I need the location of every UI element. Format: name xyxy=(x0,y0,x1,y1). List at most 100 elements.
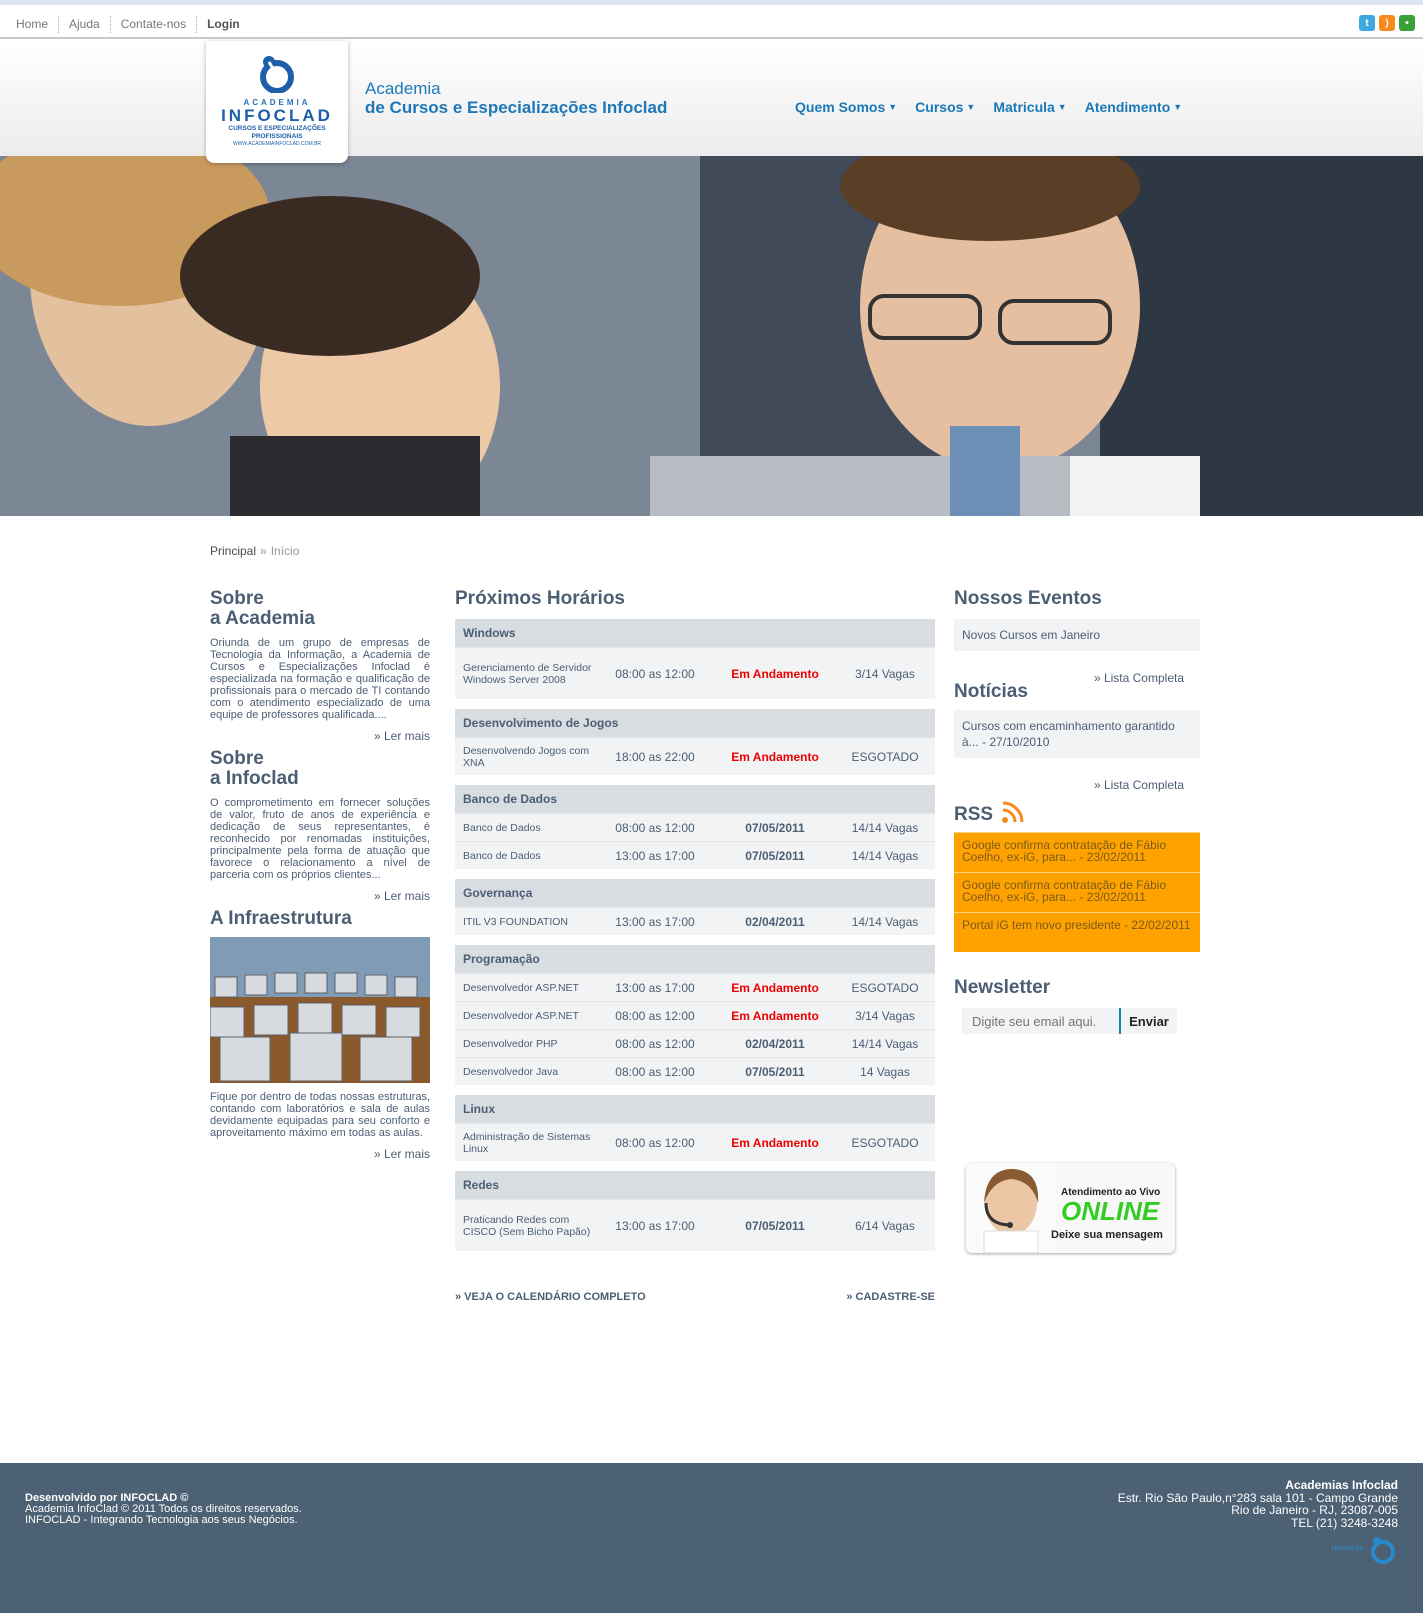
news-title: Notícias xyxy=(954,681,1028,702)
table-row[interactable]: Desenvolvedor ASP.NET 13:00 as 17:00 Em An… xyxy=(455,973,935,1001)
course-name: Desenvolvedor PHP xyxy=(463,1037,558,1050)
top-link-login[interactable]: Login xyxy=(197,16,250,33)
course-name: Desenvolvedor Java xyxy=(463,1065,559,1078)
nav-matricula[interactable]: Matricula ▼ xyxy=(993,99,1066,115)
infrastructure-image[interactable] xyxy=(210,937,430,1083)
about-infoclad-text: O comprometimento em fornecer soluções d… xyxy=(210,797,430,881)
newsletter-submit-button[interactable]: Enviar xyxy=(1119,1008,1177,1034)
schedule-group: Banco de Dados Banco de Dados 08:00 as 12:… xyxy=(455,785,935,869)
top-link-home[interactable]: Home xyxy=(6,16,60,33)
breadcrumb: Principal » Início xyxy=(210,544,299,558)
full-calendar-link[interactable]: » VEJA O CALENDÁRIO COMPLETO xyxy=(455,1291,646,1303)
course-vacancies: 14/14 Vagas xyxy=(851,848,919,863)
infoclad-logo-icon xyxy=(1371,1537,1395,1564)
about-academy-title: Sobre a Academia xyxy=(210,588,315,629)
read-more-link-infra[interactable]: » Ler mais xyxy=(210,1147,430,1161)
table-row[interactable]: Desenvolvendo Jogos com XNA 18:00 as 22:0… xyxy=(455,737,935,775)
table-row[interactable]: Administração de Sistemas Linux 08:00 as … xyxy=(455,1123,935,1161)
read-more-link-infoclad[interactable]: » Ler mais xyxy=(210,889,430,903)
breadcrumb-separator: » xyxy=(260,544,267,558)
course-vacancies: ESGOTADO xyxy=(851,749,919,764)
course-vacancies: 14/14 Vagas xyxy=(851,820,919,835)
table-row[interactable]: Desenvolvedor PHP 08:00 as 12:00 02/04/201… xyxy=(455,1029,935,1057)
read-more-link-academy[interactable]: » Ler mais xyxy=(210,729,430,743)
table-row[interactable]: Praticando Redes com CISCO (Sem Bicho Pa… xyxy=(455,1199,935,1251)
course-vacancies: 6/14 Vagas xyxy=(855,1218,915,1233)
table-row[interactable]: Desenvolvedor ASP.NET 08:00 as 12:00 Em An… xyxy=(455,1001,935,1029)
logo-line-4: WWW.ACADEMIAINFOCLAD.COM.BR xyxy=(232,141,322,147)
course-time: 13:00 as 17:00 xyxy=(615,848,695,863)
course-status: 02/04/2011 xyxy=(745,914,805,929)
course-time: 08:00 as 12:00 xyxy=(615,1064,695,1079)
events-title: Nossos Eventos xyxy=(954,588,1102,609)
course-vacancies: ESGOTADO xyxy=(851,1135,919,1150)
about-academy-text: Oriunda de um grupo de empresas de Tecno… xyxy=(210,637,430,721)
table-row[interactable]: Gerenciamento de Servidor Windows Server… xyxy=(455,647,935,699)
rss-title: RSS xyxy=(954,804,994,825)
course-status: 02/04/2011 xyxy=(745,1036,805,1051)
table-row[interactable]: ITIL V3 FOUNDATION 13:00 as 17:00 02/04/20… xyxy=(455,907,935,935)
logo-mark-icon xyxy=(260,56,294,94)
schedule-group: Programação Desenvolvedor ASP.NET 13:00 as… xyxy=(455,945,935,1085)
live-online-label: ONLINE xyxy=(1061,1196,1160,1226)
nav-atendimento[interactable]: Atendimento ▼ xyxy=(1085,99,1182,115)
rss-icon[interactable]: ) xyxy=(1379,15,1395,31)
course-status: Em Andamento xyxy=(731,666,819,681)
chevron-down-icon: ▼ xyxy=(966,102,976,112)
site-name-line-1: Academia xyxy=(365,79,441,98)
site-name-line-2: de Cursos e Especializações Infoclad xyxy=(365,98,668,117)
schedule-group: Windows Gerenciamento de Servidor Windows… xyxy=(455,619,935,699)
rss-item[interactable]: Google confirma contratação de Fábio Coe… xyxy=(954,872,1200,912)
hero-people-illustration xyxy=(0,156,1423,516)
top-link-help[interactable]: Ajuda xyxy=(59,16,111,33)
signup-link[interactable]: » CADASTRE-SE xyxy=(846,1291,935,1303)
twitter-icon[interactable]: t xyxy=(1359,15,1375,31)
rss-header: RSS xyxy=(954,801,1200,825)
course-status: 07/05/2011 xyxy=(745,848,805,863)
support-agent-illustration xyxy=(966,1163,1056,1253)
chat-icon[interactable]: • xyxy=(1399,15,1415,31)
table-row[interactable]: Banco de Dados 13:00 as 17:00 07/05/2011 14… xyxy=(455,841,935,869)
top-bar: Home Ajuda Contate-nos Login t ) • xyxy=(0,5,1423,39)
site-logo[interactable]: ACADEMIA INFOCLAD CURSOS E ESPECIALIZAÇÕ… xyxy=(206,41,348,163)
footer-slogan: INFOCLAD - Integrando Tecnologia aos seu… xyxy=(25,1514,298,1526)
hosted-by-label: Hosted by xyxy=(1331,1544,1363,1552)
course-time: 13:00 as 17:00 xyxy=(615,980,695,995)
rss-item[interactable]: Google confirma contratação de Fábio Coe… xyxy=(954,832,1200,872)
course-name: Gerenciamento de Servidor Windows Server… xyxy=(463,661,592,686)
course-time: 13:00 as 17:00 xyxy=(615,1218,695,1233)
live-support-banner[interactable]: Atendimento ao Vivo ONLINE Deixe sua men… xyxy=(966,1163,1175,1253)
hosted-by-badge[interactable]: Hosted by xyxy=(1118,1533,1398,1565)
newsletter-title: Newsletter xyxy=(954,977,1051,998)
course-status: Em Andamento xyxy=(731,980,819,995)
table-row[interactable]: Banco de Dados 08:00 as 12:00 07/05/2011 14… xyxy=(455,813,935,841)
nav-cursos[interactable]: Cursos ▼ xyxy=(915,99,975,115)
course-status: Em Andamento xyxy=(731,749,819,764)
left-column: Sobre a Academia Oriunda de um grupo de e… xyxy=(210,589,430,1161)
course-name: Banco de Dados xyxy=(463,849,541,862)
news-item[interactable]: Cursos com encaminhamento garantido à...… xyxy=(954,710,1200,758)
infrastructure-title: A Infraestrutura xyxy=(210,908,352,929)
course-name: Desenvolvendo Jogos com XNA xyxy=(463,744,590,769)
course-vacancies: 3/14 Vagas xyxy=(855,666,915,681)
course-name: Desenvolvedor ASP.NET xyxy=(463,981,579,994)
news-full-list-link[interactable]: » Lista Completa xyxy=(954,779,1184,791)
newsletter-email-input[interactable] xyxy=(962,1008,1119,1034)
rss-feed-icon[interactable] xyxy=(1001,800,1025,824)
course-status: 07/05/2011 xyxy=(745,820,805,835)
footer: Desenvolvido por INFOCLAD © Academia Inf… xyxy=(0,1463,1423,1613)
schedule-group-header: Redes xyxy=(455,1171,935,1199)
computer-lab-illustration xyxy=(210,937,430,1083)
course-status: 07/05/2011 xyxy=(745,1064,805,1079)
breadcrumb-root[interactable]: Principal xyxy=(210,544,256,558)
top-link-contact[interactable]: Contate-nos xyxy=(111,16,198,33)
table-row[interactable]: Desenvolvedor Java 08:00 as 12:00 07/05/20… xyxy=(455,1057,935,1085)
course-time: 08:00 as 12:00 xyxy=(615,1135,695,1150)
nav-quem-somos[interactable]: Quem Somos ▼ xyxy=(795,99,897,115)
rss-item[interactable]: Portal iG tem novo presidente - 22/02/20… xyxy=(954,912,1200,952)
course-time: 13:00 as 17:00 xyxy=(615,914,695,929)
schedule-title: Próximos Horários xyxy=(455,588,625,609)
schedule-group-header: Desenvolvimento de Jogos xyxy=(455,709,935,737)
event-item[interactable]: Novos Cursos em Janeiro xyxy=(954,619,1200,651)
logo-line-2: INFOCLAD xyxy=(221,106,333,125)
